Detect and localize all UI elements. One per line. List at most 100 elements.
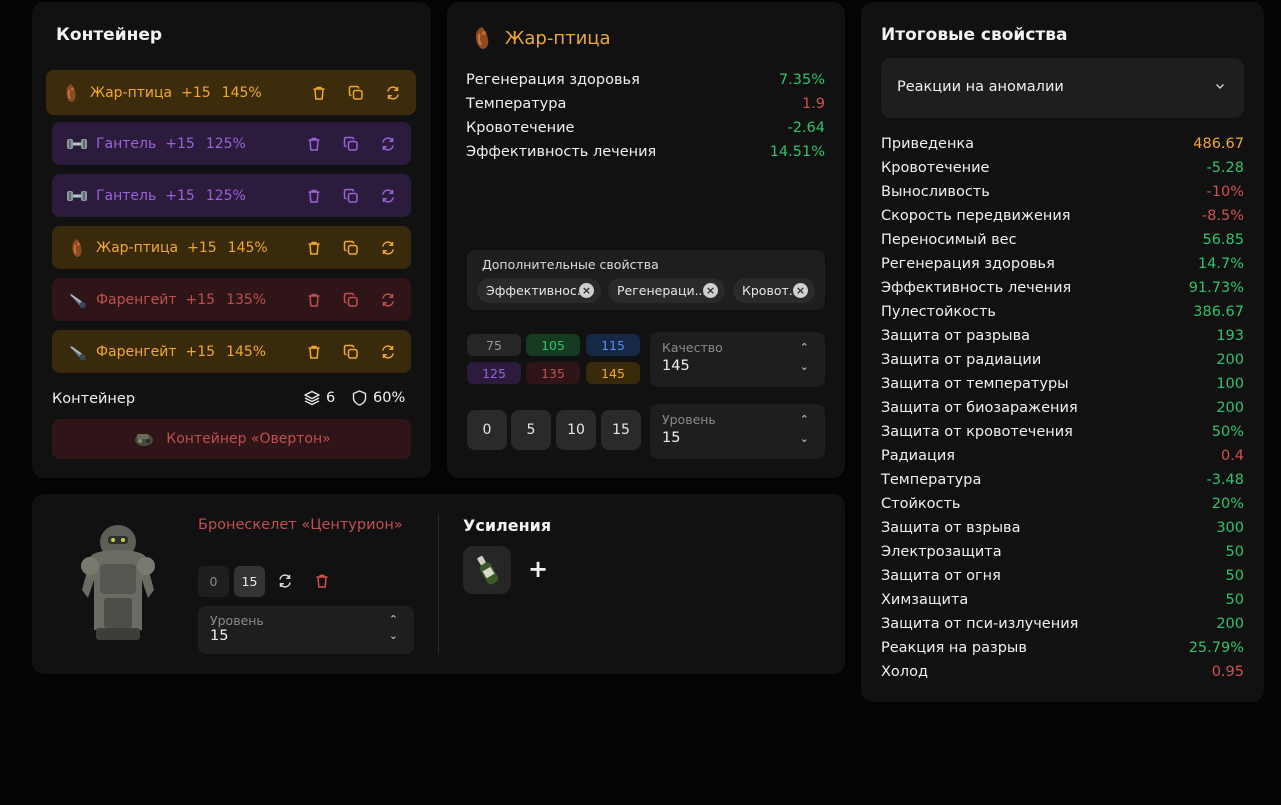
artifact-panel: Жар-птица Регенерация здоровья 7.35% Темп… — [447, 2, 845, 478]
level-option-button[interactable]: 0 — [467, 410, 507, 450]
chevron-down-icon[interactable]: ⌄ — [389, 629, 398, 642]
refresh-icon[interactable] — [379, 187, 397, 205]
stat-label: Температура — [881, 472, 982, 488]
level-option-button[interactable]: 15 — [601, 410, 641, 450]
add-boost-button[interactable]: + — [528, 554, 548, 584]
trash-icon[interactable] — [305, 187, 323, 205]
copy-icon[interactable] — [342, 239, 360, 257]
quality-option-button[interactable]: 105 — [526, 334, 580, 356]
summary-stat-row: Защита от температуры 100 — [881, 372, 1244, 396]
item-name: Гантель — [96, 135, 157, 152]
slots-count: 6 — [304, 390, 335, 406]
artifact-stat-row: Кровотечение -2.64 — [466, 116, 825, 140]
refresh-icon[interactable] — [384, 84, 402, 102]
container-item[interactable]: Жар-птица +15 145% — [52, 226, 411, 269]
summary-stat-row: Защита от пси-излучения 200 — [881, 612, 1244, 636]
summary-stat-row: Радиация 0.4 — [881, 444, 1244, 468]
container-item[interactable]: Гантель +15 125% — [52, 174, 411, 217]
summary-stat-row: Эффективность лечения 91.73% — [881, 276, 1244, 300]
refresh-icon[interactable] — [379, 239, 397, 257]
copy-icon[interactable] — [342, 343, 360, 361]
summary-stat-row: Защита от взрыва 300 — [881, 516, 1244, 540]
stat-value: 193 — [1216, 328, 1244, 344]
chevron-down-icon[interactable]: ⌄ — [800, 360, 809, 373]
firebird-artifact-icon — [469, 24, 495, 52]
container-panel: Контейнер Жар-птица +15 145% Гантель +15… — [32, 2, 431, 478]
quality-option-button[interactable]: 75 — [467, 334, 521, 356]
quality-option-button[interactable]: 135 — [526, 362, 580, 384]
level-select[interactable]: Уровень 15 ⌃ ⌄ — [650, 404, 825, 459]
quality-option-button[interactable]: 115 — [586, 334, 640, 356]
level-option-button[interactable]: 5 — [511, 410, 551, 450]
close-icon[interactable]: × — [793, 283, 808, 298]
armor-level-value: 15 — [210, 628, 229, 644]
chevron-up-icon[interactable]: ⌃ — [389, 613, 398, 626]
copy-icon[interactable] — [342, 291, 360, 309]
stat-value: 200 — [1216, 616, 1244, 632]
fahrenheit-artifact-icon — [66, 289, 88, 311]
quality-select[interactable]: Качество 145 ⌃ ⌄ — [650, 332, 825, 387]
stat-value: 56.85 — [1202, 232, 1244, 248]
container-item[interactable]: Фаренгейт +15 135% — [52, 278, 411, 321]
chevron-up-icon[interactable]: ⌃ — [800, 341, 809, 354]
stat-label: Эффективность лечения — [881, 280, 1072, 296]
chip-label: Эффективнос... — [486, 283, 589, 298]
chevron-up-icon[interactable]: ⌃ — [800, 413, 809, 426]
copy-icon[interactable] — [342, 135, 360, 153]
refresh-icon[interactable] — [379, 135, 397, 153]
refresh-icon[interactable] — [379, 343, 397, 361]
artifact-stat-row: Эффективность лечения 14.51% — [466, 140, 825, 164]
summary-stat-row: Регенерация здоровья 14.7% — [881, 252, 1244, 276]
refresh-icon[interactable] — [379, 291, 397, 309]
summary-stat-row: Защита от кровотечения 50% — [881, 420, 1244, 444]
trash-icon[interactable] — [305, 239, 323, 257]
stat-label: Реакция на разрыв — [881, 640, 1027, 656]
property-chip[interactable]: Эффективнос... × — [477, 278, 601, 303]
boosts-title: Усиления — [463, 516, 552, 535]
container-item[interactable]: Жар-птица +15 145% — [46, 70, 416, 115]
close-icon[interactable]: × — [579, 283, 594, 298]
trash-icon[interactable] — [305, 343, 323, 361]
summary-dropdown[interactable]: Реакции на аномалии — [881, 58, 1244, 118]
armor-level-15-button[interactable]: 15 — [234, 566, 265, 597]
property-chip[interactable]: Кровот... × — [733, 278, 815, 303]
stat-label: Холод — [881, 664, 928, 680]
summary-stat-row: Стойкость 20% — [881, 492, 1244, 516]
refresh-icon[interactable] — [277, 573, 295, 591]
summary-stat-row: Защита от разрыва 193 — [881, 324, 1244, 348]
quality-option-button[interactable]: 145 — [586, 362, 640, 384]
stat-label: Стойкость — [881, 496, 961, 512]
quality-option-button[interactable]: 125 — [467, 362, 521, 384]
armor-level-select[interactable]: Уровень 15 ⌃ ⌄ — [198, 606, 414, 654]
item-name: Фаренгейт — [96, 291, 177, 308]
stat-label: Выносливость — [881, 184, 990, 200]
artifact-stat-row: Температура 1.9 — [466, 92, 825, 116]
boost-slot[interactable] — [463, 546, 511, 594]
item-percent: 135% — [226, 291, 267, 308]
trash-icon[interactable] — [305, 135, 323, 153]
trash-icon[interactable] — [310, 84, 328, 102]
item-name: Фаренгейт — [96, 343, 177, 360]
container-item[interactable]: Фаренгейт +15 145% — [52, 330, 411, 373]
summary-stat-row: Температура -3.48 — [881, 468, 1244, 492]
container-select-button[interactable]: Контейнер «Овертон» — [52, 419, 411, 459]
stat-value: -5.28 — [1206, 160, 1244, 176]
copy-icon[interactable] — [342, 187, 360, 205]
stat-label: Защита от взрыва — [881, 520, 1021, 536]
container-item[interactable]: Гантель +15 125% — [52, 122, 411, 165]
item-name: Жар-птица — [96, 239, 179, 256]
stat-value: 50 — [1225, 568, 1244, 584]
trash-icon[interactable] — [314, 573, 332, 591]
close-icon[interactable]: × — [703, 283, 718, 298]
stat-label: Кровотечение — [881, 160, 990, 176]
stat-value: 100 — [1216, 376, 1244, 392]
summary-panel: Итоговые свойства Реакции на аномалии Пр… — [861, 2, 1264, 702]
chevron-down-icon[interactable]: ⌄ — [800, 432, 809, 445]
armor-level-0-button[interactable]: 0 — [198, 566, 229, 597]
item-percent: 145% — [221, 84, 262, 101]
copy-icon[interactable] — [347, 84, 365, 102]
armor-name: Бронескелет «Центурион» — [198, 517, 403, 533]
property-chip[interactable]: Регенераци... × — [608, 278, 725, 303]
trash-icon[interactable] — [305, 291, 323, 309]
level-option-button[interactable]: 10 — [556, 410, 596, 450]
